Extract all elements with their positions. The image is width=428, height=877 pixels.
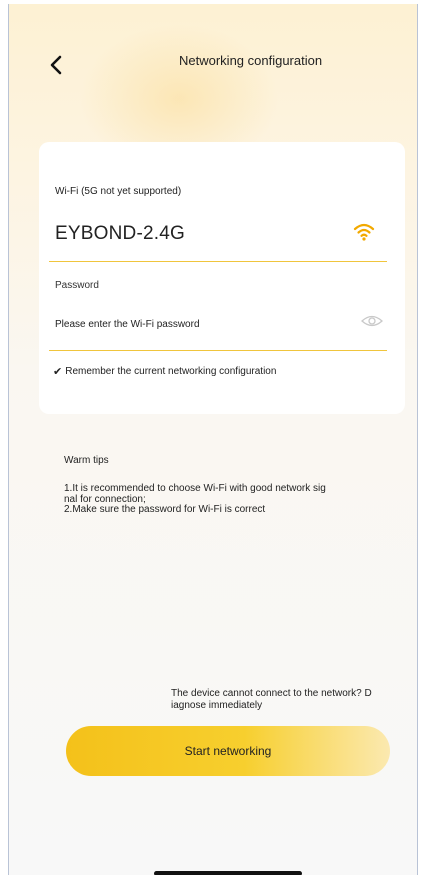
checkmark-icon: ✔ (53, 366, 63, 378)
eye-icon[interactable] (361, 314, 383, 328)
start-networking-button[interactable]: Start networking (66, 726, 390, 776)
diagnose-line-2: iagnose immediately (171, 700, 263, 711)
ssid-divider (49, 261, 387, 262)
back-button[interactable] (39, 48, 73, 82)
tip-line-3: 2.Make sure the password for Wi-Fi is co… (64, 504, 266, 515)
app-screen: Networking configuration Wi-Fi (5G not y… (8, 4, 418, 875)
password-input[interactable] (53, 314, 337, 334)
page-title: Networking configuration (179, 53, 323, 68)
home-indicator (154, 871, 302, 875)
tips-title: Warm tips (64, 455, 109, 466)
password-label: Password (55, 280, 99, 291)
password-divider (49, 350, 387, 351)
remember-config-checkbox[interactable]: ✔ Remember the current networking config… (53, 365, 276, 378)
diagnose-line-1: The device cannot connect to the network… (171, 688, 372, 699)
wifi-icon[interactable] (353, 222, 375, 242)
remember-config-label: Remember the current networking configur… (65, 366, 277, 377)
diagnose-link[interactable]: The device cannot connect to the network… (171, 688, 411, 712)
network-config-card: Wi-Fi (5G not yet supported) EYBOND-2.4G… (39, 142, 405, 414)
chevron-left-icon (50, 55, 62, 75)
header: Networking configuration (9, 4, 417, 116)
wifi-ssid-field[interactable]: EYBOND-2.4G (55, 223, 185, 245)
wifi-label: Wi-Fi (5G not yet supported) (55, 186, 182, 197)
